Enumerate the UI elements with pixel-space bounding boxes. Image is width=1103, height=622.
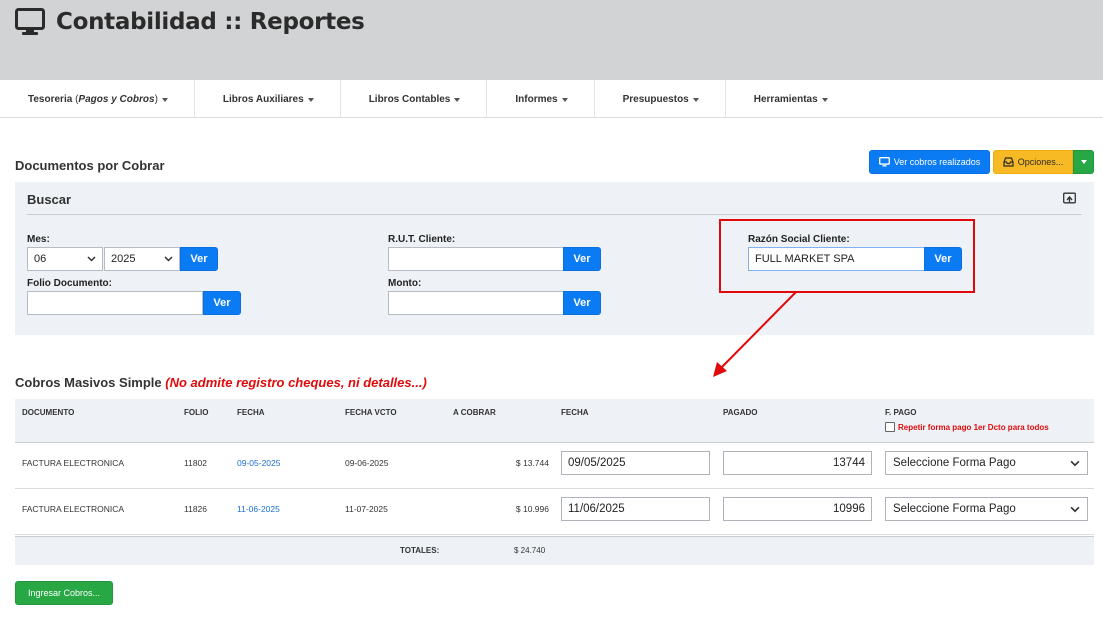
cell-fecha-vcto: 11-07-2025 (345, 504, 388, 514)
caret-down-icon (454, 98, 461, 102)
pagado-input[interactable]: 10996 (723, 497, 872, 521)
cell-documento: FACTURA ELECTRONICA (22, 504, 125, 514)
fecha-pago-input[interactable]: 09/05/2025 (561, 451, 710, 475)
caret-down-icon (161, 98, 168, 102)
forma-pago-select[interactable]: Seleccione Forma Pago (885, 451, 1088, 475)
mes-select[interactable]: 06 (27, 247, 103, 271)
repeat-forma-pago-checkbox[interactable] (885, 422, 895, 432)
caret-down-icon (307, 98, 314, 102)
forma-pago-value: Seleccione Forma Pago (893, 457, 1016, 469)
search-divider (27, 214, 1082, 215)
monitor-icon (15, 8, 45, 35)
rut-input[interactable] (388, 247, 564, 271)
forma-pago-value: Seleccione Forma Pago (893, 503, 1016, 515)
nav-item-sublabel: Pagos y Cobros (78, 93, 155, 105)
caret-down-icon (821, 98, 828, 102)
ver-folio-button[interactable]: Ver (203, 291, 241, 315)
nav-item-label: Libros Auxiliares (222, 93, 304, 105)
nav-item-herramientas[interactable]: Herramientas (726, 80, 854, 118)
search-title: Buscar (27, 192, 72, 207)
ingresar-cobros-button[interactable]: Ingresar Cobros... (15, 581, 113, 605)
chevron-down-icon (1070, 460, 1080, 466)
table-row: FACTURA ELECTRONICA 11826 11-06-2025 11-… (15, 489, 1094, 535)
col-documento: DOCUMENTO (22, 408, 75, 417)
nav-item-informes[interactable]: Informes (487, 80, 595, 118)
col-fecha-pago: FECHA (561, 408, 589, 417)
col-a-cobrar: A COBRAR (453, 408, 496, 417)
anio-select[interactable]: 2025 (104, 247, 180, 271)
nav-item-libros-auxiliares[interactable]: Libros Auxiliares (195, 80, 341, 118)
nav-item-libros-contables[interactable]: Libros Contables (341, 80, 488, 118)
nav-item-label: Herramientas (753, 93, 818, 105)
chevron-down-icon (1070, 506, 1080, 512)
anio-value: 2025 (111, 253, 136, 265)
cobros-title-text: Cobros Masivos Simple (15, 375, 162, 390)
caret-down-icon (561, 98, 568, 102)
ver-mes-button[interactable]: Ver (180, 247, 218, 271)
fecha-pago-input[interactable]: 11/06/2025 (561, 497, 710, 521)
nav-item-label: Presupuestos (622, 93, 689, 105)
cobros-note: (No admite registro cheques, ni detalles… (165, 375, 427, 390)
nav-item-label: Libros Contables (368, 93, 451, 105)
col-folio: FOLIO (184, 408, 209, 417)
nav-item-presupuestos[interactable]: Presupuestos (595, 80, 726, 118)
rut-label: R.U.T. Cliente: (388, 234, 456, 245)
monto-label: Monto: (388, 278, 422, 289)
caret-down-icon (1080, 160, 1087, 164)
mes-label: Mes: (27, 234, 50, 245)
folio-label: Folio Documento: (27, 278, 112, 289)
ver-rut-button[interactable]: Ver (563, 247, 601, 271)
section-title: Documentos por Cobrar (15, 158, 165, 173)
monitor-icon (878, 157, 890, 167)
nav-item-tesoreria[interactable]: Tesoreria (Pagos y Cobros) (0, 80, 195, 118)
view-cobros-label: Ver cobros realizados (893, 157, 981, 167)
col-forma-pago: F. PAGO (885, 408, 917, 417)
collapse-icon[interactable] (1063, 192, 1076, 204)
folio-input[interactable] (27, 291, 203, 315)
view-cobros-button[interactable]: Ver cobros realizados (869, 150, 990, 174)
col-fecha-vcto: FECHA VCTO (345, 408, 397, 417)
cell-fecha-vcto: 09-06-2025 (345, 458, 389, 468)
cell-fecha-link[interactable]: 11-06-2025 (237, 504, 280, 514)
annotation-highlight-box (719, 219, 975, 293)
cobros-section-title: Cobros Masivos Simple (No admite registr… (15, 375, 427, 390)
cell-a-cobrar: $ 13.744 (515, 458, 549, 468)
chevron-down-icon (87, 256, 96, 262)
app-title-wrap: Contabilidad :: Reportes (15, 8, 365, 36)
inbox-icon (1003, 157, 1014, 167)
table-header: DOCUMENTO FOLIO FECHA FECHA VCTO A COBRA… (15, 399, 1094, 443)
repeat-forma-pago: Repetir forma pago 1er Dcto para todos (885, 422, 1049, 432)
options-label: Opciones... (1017, 157, 1064, 167)
table-row: FACTURA ELECTRONICA 11802 09-05-2025 09-… (15, 443, 1094, 489)
cell-folio: 11802 (184, 458, 208, 468)
chevron-down-icon (164, 256, 173, 262)
monto-input[interactable] (388, 291, 564, 315)
pagado-input[interactable]: 13744 (723, 451, 872, 475)
cell-folio: 11826 (184, 504, 208, 514)
cell-fecha-link[interactable]: 09-05-2025 (237, 458, 280, 468)
main-nav: Tesoreria (Pagos y Cobros) Libros Auxili… (0, 80, 1103, 118)
options-button[interactable]: Opciones... (993, 150, 1073, 174)
totals-row: TOTALES: $ 24.740 (15, 536, 1094, 565)
ver-monto-button[interactable]: Ver (563, 291, 601, 315)
forma-pago-select[interactable]: Seleccione Forma Pago (885, 497, 1088, 521)
repeat-forma-pago-label: Repetir forma pago 1er Dcto para todos (898, 422, 1049, 432)
options-dropdown-toggle[interactable] (1073, 150, 1094, 174)
cell-documento: FACTURA ELECTRONICA (22, 458, 125, 468)
app-header: Contabilidad :: Reportes (0, 0, 1103, 80)
nav-item-label: Informes (515, 93, 558, 105)
page-title: Contabilidad :: Reportes (56, 9, 365, 35)
totals-value: $ 24.740 (514, 546, 546, 555)
col-pagado: PAGADO (723, 408, 758, 417)
totals-label: TOTALES: (400, 546, 440, 555)
nav-item-label: Tesoreria (28, 93, 73, 105)
caret-down-icon (692, 98, 699, 102)
nav-paren: ) (154, 93, 158, 105)
annotation-arrow-icon (713, 291, 797, 377)
cell-a-cobrar: $ 10.996 (515, 504, 549, 514)
col-fecha: FECHA (237, 408, 265, 417)
mes-value: 06 (34, 253, 47, 265)
